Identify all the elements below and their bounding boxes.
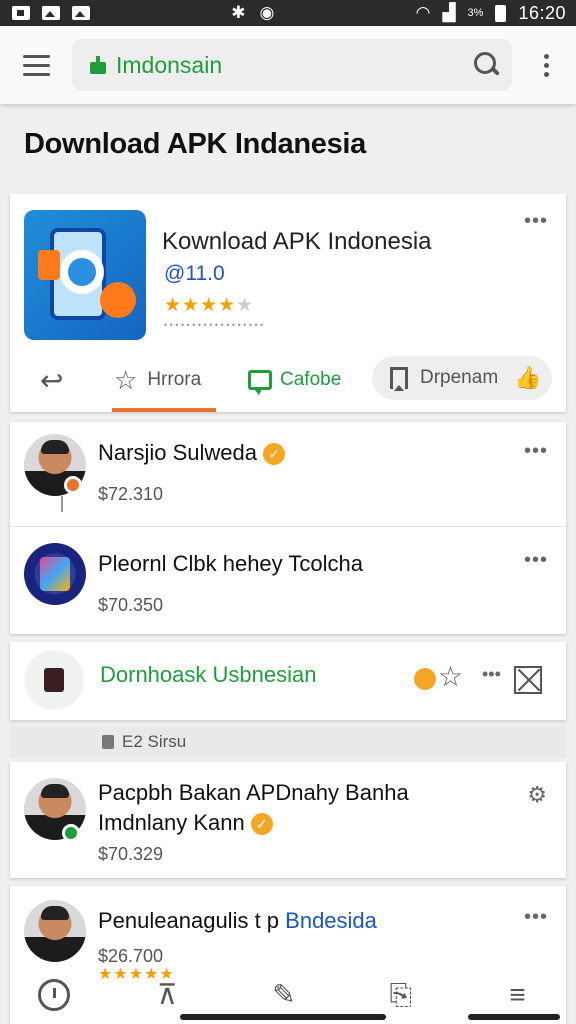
status-badge [64,476,82,494]
app-icon-badge [100,282,136,318]
chat-icon [248,370,272,395]
list-item-price: $70.350 [98,595,164,615]
alarm-icon: ◉ [259,3,275,22]
search-icon[interactable] [474,52,500,78]
list-item-subtitle-text: Imdnlany Kann [98,810,245,835]
favorite-label: Hrrora [147,369,202,390]
star-outline-icon: ☆ [114,364,138,395]
clipboard-icon[interactable]: ⎘ [381,975,421,1015]
section-label: E2 Sirsu [10,726,566,758]
search-input[interactable]: Imdonsain [72,39,512,91]
list-item-more-button[interactable]: ••• [524,440,548,463]
list-icon[interactable]: ≡ [498,975,538,1015]
comment-label: Cafobe [280,369,342,390]
wifi-icon: ◠ [415,3,431,22]
page-title: Download APK Indanesia [24,128,366,160]
clock: 16:20 [518,2,566,23]
verified-icon: ✓ [262,443,285,466]
avatar [24,900,86,962]
promo-more-button[interactable]: ••• [482,664,501,685]
gallery-icon [42,6,60,20]
list-item-price: $70.329 [98,844,164,864]
list-item-subtitle: Imdnlany Kann ✓ [98,810,273,836]
list-item-price: $72.310 [98,484,164,504]
app-icon-ring [60,250,104,294]
menu-button[interactable] [0,26,72,104]
app-icon [24,210,146,340]
home-indicator [180,1014,386,1020]
battery-percent: 3% [467,7,484,19]
list-item-more-button[interactable]: ••• [524,906,548,929]
online-badge [62,824,80,842]
bluetooth-icon: ✱ [231,3,246,22]
lock-icon [102,735,114,749]
pin-icon[interactable]: ⊼ [147,975,187,1015]
bookmark-icon [390,367,408,391]
history-icon[interactable] [38,979,71,1011]
star-outline-icon[interactable]: ☆ [438,660,463,693]
card-more-button[interactable]: ••• [524,211,548,231]
search-query: Imdonsain [116,51,223,78]
app-bar: Imdonsain [0,26,576,104]
hamburger-icon [22,54,50,58]
list-item-more-button[interactable]: ••• [524,549,548,572]
home-indicator-secondary [468,1014,560,1020]
list-item-title-accent: Bndesida [285,908,377,933]
settings-icon[interactable]: ⚙ [527,782,548,808]
list-item-title: Pleornl Clbk hehey Tcolcha [98,551,363,576]
edit-icon[interactable]: ✎ [264,975,304,1015]
section-label-text: E2 Sirsu [122,732,187,751]
featured-title: Kownload APK Indonesia [162,228,432,255]
reply-icon: ↩ [40,364,64,396]
status-bar: ✱ ◉ ◠ ▟ 3% 16:20 [0,0,576,26]
thumbs-up-icon: 👍 [514,365,542,390]
promo-badge-icon [414,668,436,690]
list-item-title: Pacpbh Bakan APDnahy Banha [98,780,409,805]
featured-subtitle: • • • • • • • • • • • • • • • • • • [164,320,264,330]
close-icon[interactable] [514,666,542,694]
more-vert-dot [543,62,549,68]
comment-button[interactable]: Cafobe [248,360,341,400]
battery-icon [495,4,507,22]
app-list-card: Narsjio Sulweda ✓ $72.310 ••• Pleornl Clb… [10,422,566,634]
hamburger-icon-line [22,63,50,67]
rating-stars: ★★★★★ [164,295,255,316]
featured-app-card[interactable]: Kownload APK Indonesia @11.0 ★★★★★ • • •… [10,194,566,412]
overflow-menu-button[interactable] [528,50,564,80]
more-vert-dot [543,71,549,77]
connector-line [61,496,63,512]
list-item-title: Narsjio Sulweda ✓ [98,440,285,466]
promo-logo [24,650,84,710]
list-item[interactable]: Pleornl Clbk hehey Tcolcha $70.350 ••• [10,526,566,634]
signal-icon: ▟ [442,3,456,22]
notification-icon [12,6,30,20]
android-icon [90,56,106,74]
promo-card[interactable]: Dornhoask Usbnesian ☆ ••• [10,642,566,720]
list-item[interactable]: Pacpbh Bakan APDnahy Banha Imdnlany Kann… [10,762,566,878]
active-tab-indicator [112,408,216,412]
hamburger-icon-line [22,72,50,76]
list-item-title-text: Narsjio Sulweda [98,440,257,465]
list-item-title: Penuleanagulis t p Bndesida [98,908,377,934]
verified-icon: ✓ [250,813,273,836]
more-vert-icon [543,53,549,59]
avatar [24,543,86,605]
download-label: Drpenam [420,367,499,388]
action-row: ↩ ☆ Hrrora Cafobe Drpenam 👍 [10,354,566,412]
favorite-tab[interactable]: ☆ Hrrora [114,360,201,400]
share-button[interactable]: ↩ [40,360,63,400]
list-item-title-text: Penuleanagulis t p [98,908,280,933]
download-button[interactable]: Drpenam 👍 [372,356,552,400]
image-icon [72,6,90,20]
list-item[interactable]: Narsjio Sulweda ✓ $72.310 ••• [10,422,566,526]
app-icon-shape [38,250,60,280]
promo-title: Dornhoask Usbnesian [100,662,317,687]
featured-version: @11.0 [164,262,225,285]
